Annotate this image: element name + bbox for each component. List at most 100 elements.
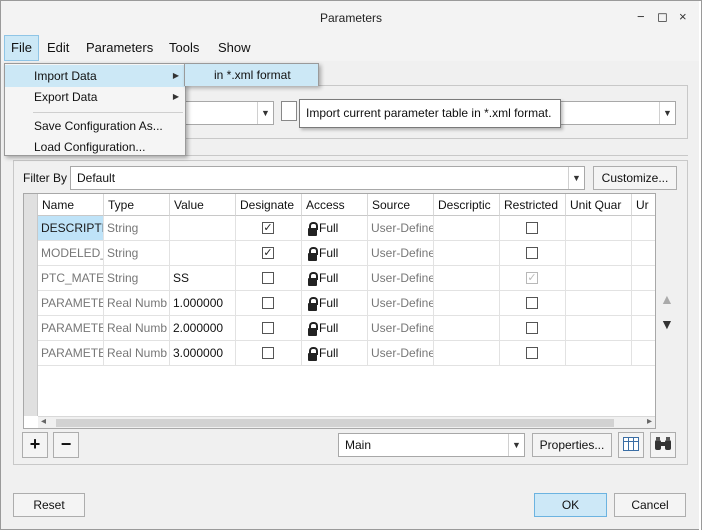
- table-cell[interactable]: [170, 216, 236, 241]
- maximize-button[interactable]: ◻: [657, 9, 668, 25]
- remove-parameter-button[interactable]: −: [53, 432, 79, 458]
- column-header[interactable]: Designate: [236, 194, 302, 216]
- table-cell[interactable]: Full: [302, 341, 368, 366]
- table-cell[interactable]: [632, 241, 655, 266]
- customize-button[interactable]: Customize...: [593, 166, 677, 190]
- restricted-checkbox[interactable]: ✓: [526, 272, 538, 284]
- properties-button[interactable]: Properties...: [532, 433, 612, 457]
- table-cell[interactable]: [500, 316, 566, 341]
- table-cell[interactable]: [632, 216, 655, 241]
- table-cell[interactable]: Full: [302, 291, 368, 316]
- table-cell[interactable]: ✓: [500, 266, 566, 291]
- reset-button[interactable]: Reset: [13, 493, 85, 517]
- table-cell[interactable]: MODELED_: [38, 241, 104, 266]
- table-cell[interactable]: 3.000000: [170, 341, 236, 366]
- menu-file[interactable]: File: [4, 35, 39, 61]
- table-cell[interactable]: String: [104, 241, 170, 266]
- column-header[interactable]: Restricted: [500, 194, 566, 216]
- table-cell[interactable]: [236, 291, 302, 316]
- table-cell[interactable]: [632, 291, 655, 316]
- menu-load-configuration[interactable]: Load Configuration...: [5, 136, 185, 158]
- restricted-checkbox[interactable]: [526, 222, 538, 234]
- menu-show[interactable]: Show: [212, 35, 257, 61]
- table-cell[interactable]: [434, 216, 500, 241]
- table-cell[interactable]: [500, 241, 566, 266]
- table-cell[interactable]: Full: [302, 266, 368, 291]
- table-row[interactable]: PARAMETE Real Numb 1.000000 Full User-Define: [24, 291, 655, 316]
- table-cell[interactable]: [500, 291, 566, 316]
- select-object-icon[interactable]: [281, 101, 297, 121]
- table-cell[interactable]: [434, 291, 500, 316]
- column-header[interactable]: Source: [368, 194, 434, 216]
- restricted-checkbox[interactable]: [526, 247, 538, 259]
- table-cell[interactable]: [632, 341, 655, 366]
- table-cell[interactable]: [170, 241, 236, 266]
- scroll-thumb[interactable]: [56, 419, 614, 427]
- menu-import-xml[interactable]: in *.xml format: [185, 64, 318, 86]
- table-cell[interactable]: 2.000000: [170, 316, 236, 341]
- table-view-button[interactable]: [618, 432, 644, 458]
- menu-parameters[interactable]: Parameters: [80, 35, 159, 61]
- table-cell[interactable]: User-Define: [368, 241, 434, 266]
- restricted-checkbox[interactable]: [526, 297, 538, 309]
- table-cell[interactable]: Real Numb: [104, 316, 170, 341]
- designate-checkbox[interactable]: [262, 322, 274, 334]
- scroll-right-icon[interactable]: ▸: [647, 416, 652, 427]
- lookin-combo[interactable]: ▼: [182, 101, 274, 125]
- table-cell[interactable]: [566, 341, 632, 366]
- table-cell[interactable]: [434, 316, 500, 341]
- table-cell[interactable]: User-Define: [368, 316, 434, 341]
- table-cell[interactable]: Full: [302, 316, 368, 341]
- column-header[interactable]: Access: [302, 194, 368, 216]
- menu-export-data[interactable]: Export Data ▶: [5, 86, 185, 108]
- table-cell[interactable]: [566, 216, 632, 241]
- find-button[interactable]: [650, 432, 676, 458]
- table-cell[interactable]: [236, 316, 302, 341]
- table-cell[interactable]: Full: [302, 241, 368, 266]
- table-cell[interactable]: User-Define: [368, 216, 434, 241]
- restricted-checkbox[interactable]: [526, 347, 538, 359]
- table-cell[interactable]: ✓: [236, 241, 302, 266]
- designate-checkbox[interactable]: [262, 272, 274, 284]
- close-button[interactable]: ×: [679, 9, 687, 24]
- table-cell[interactable]: [236, 341, 302, 366]
- table-cell[interactable]: PARAMETE: [38, 291, 104, 316]
- add-parameter-button[interactable]: +: [22, 432, 48, 458]
- menu-save-configuration[interactable]: Save Configuration As...: [5, 115, 185, 137]
- table-cell[interactable]: [632, 316, 655, 341]
- main-combo[interactable]: Main ▼: [338, 433, 525, 457]
- restricted-checkbox[interactable]: [526, 322, 538, 334]
- table-row[interactable]: PARAMETE Real Numb 2.000000 Full User-Define: [24, 316, 655, 341]
- table-cell[interactable]: [434, 266, 500, 291]
- table-cell[interactable]: String: [104, 216, 170, 241]
- table-cell[interactable]: DESCRIPTIC: [38, 216, 104, 241]
- table-cell[interactable]: User-Define: [368, 266, 434, 291]
- table-cell[interactable]: PARAMETE: [38, 316, 104, 341]
- table-cell[interactable]: [434, 241, 500, 266]
- column-header[interactable]: Value: [170, 194, 236, 216]
- table-cell[interactable]: [500, 216, 566, 241]
- table-cell[interactable]: [566, 266, 632, 291]
- designate-checkbox[interactable]: [262, 347, 274, 359]
- table-cell[interactable]: [632, 266, 655, 291]
- designate-checkbox[interactable]: ✓: [262, 247, 274, 259]
- column-header[interactable]: Ur: [632, 194, 655, 216]
- menu-import-data[interactable]: Import Data ▶: [5, 65, 185, 87]
- horizontal-scrollbar[interactable]: ◂ ▸: [38, 416, 655, 428]
- table-cell[interactable]: String: [104, 266, 170, 291]
- move-down-icon[interactable]: ▼: [660, 316, 674, 332]
- table-row[interactable]: PARAMETE Real Numb 3.000000 Full User-Define: [24, 341, 655, 366]
- table-cell[interactable]: PTC_MATE: [38, 266, 104, 291]
- minimize-button[interactable]: −: [637, 9, 645, 24]
- table-cell[interactable]: Real Numb: [104, 341, 170, 366]
- table-cell[interactable]: User-Define: [368, 291, 434, 316]
- column-header[interactable]: Type: [104, 194, 170, 216]
- table-cell[interactable]: [566, 316, 632, 341]
- table-cell[interactable]: PARAMETE: [38, 341, 104, 366]
- scroll-left-icon[interactable]: ◂: [41, 416, 46, 427]
- column-header[interactable]: Descriptic: [434, 194, 500, 216]
- table-cell[interactable]: [500, 341, 566, 366]
- table-row[interactable]: DESCRIPTICString ✓ Full User-Define: [24, 216, 655, 241]
- table-cell[interactable]: SS: [170, 266, 236, 291]
- table-cell[interactable]: User-Define: [368, 341, 434, 366]
